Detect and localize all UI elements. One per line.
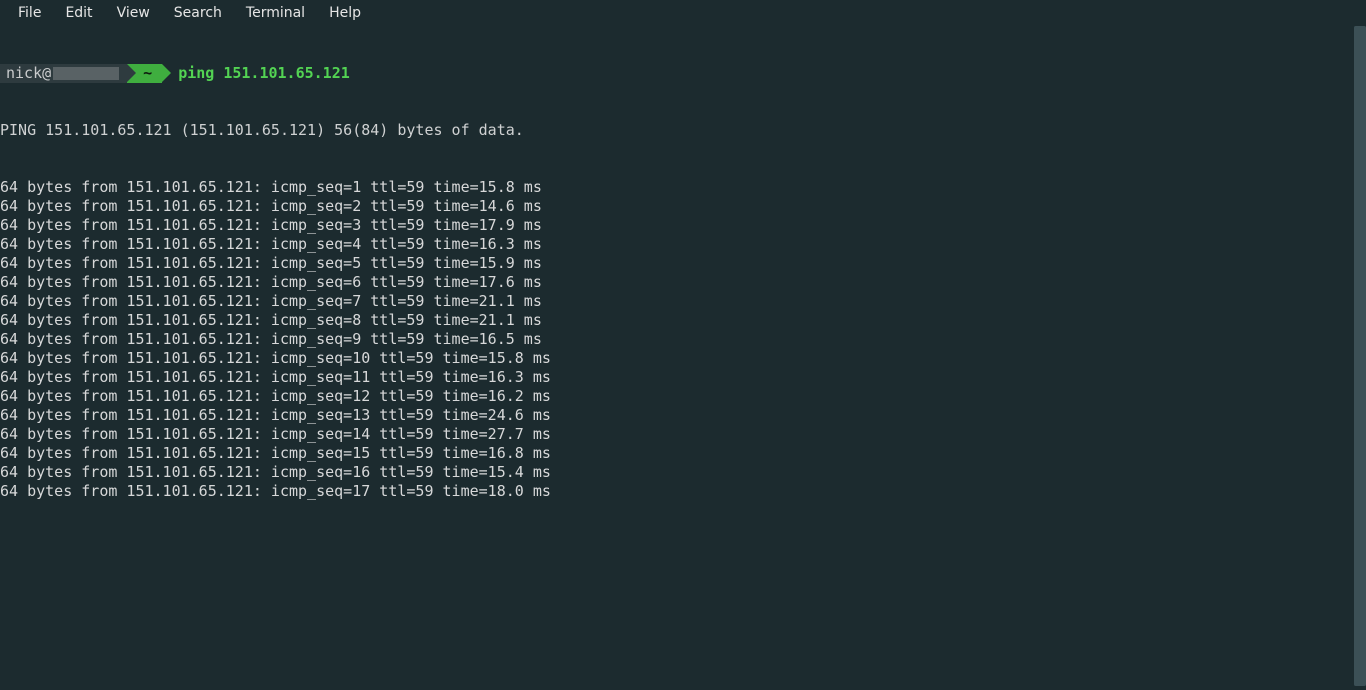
prompt-line: nick@~ping 151.101.65.121 xyxy=(0,64,1352,83)
menubar: FileEditViewSearchTerminalHelp xyxy=(0,0,1366,26)
terminal-content[interactable]: nick@~ping 151.101.65.121 PING 151.101.6… xyxy=(0,26,1352,539)
ping-reply-line: 64 bytes from 151.101.65.121: icmp_seq=1… xyxy=(0,463,1352,482)
ping-reply-line: 64 bytes from 151.101.65.121: icmp_seq=9… xyxy=(0,330,1352,349)
prompt-user-host: nick@ xyxy=(0,64,127,83)
ping-reply-line: 64 bytes from 151.101.65.121: icmp_seq=1… xyxy=(0,387,1352,406)
prompt-user: nick@ xyxy=(6,64,51,83)
ping-reply-line: 64 bytes from 151.101.65.121: icmp_seq=1… xyxy=(0,444,1352,463)
menu-search[interactable]: Search xyxy=(164,3,232,23)
ping-reply-line: 64 bytes from 151.101.65.121: icmp_seq=8… xyxy=(0,311,1352,330)
ping-reply-line: 64 bytes from 151.101.65.121: icmp_seq=1… xyxy=(0,425,1352,444)
scrollbar-thumb[interactable] xyxy=(1354,26,1366,686)
ping-header-line: PING 151.101.65.121 (151.101.65.121) 56(… xyxy=(0,121,1352,140)
terminal-area[interactable]: nick@~ping 151.101.65.121 PING 151.101.6… xyxy=(0,26,1366,690)
menu-terminal[interactable]: Terminal xyxy=(236,3,315,23)
ping-reply-line: 64 bytes from 151.101.65.121: icmp_seq=1… xyxy=(0,482,1352,501)
prompt-command: ping 151.101.65.121 xyxy=(162,64,350,83)
menu-help[interactable]: Help xyxy=(319,3,371,23)
ping-reply-line: 64 bytes from 151.101.65.121: icmp_seq=2… xyxy=(0,197,1352,216)
ping-reply-line: 64 bytes from 151.101.65.121: icmp_seq=4… xyxy=(0,235,1352,254)
ping-reply-line: 64 bytes from 151.101.65.121: icmp_seq=6… xyxy=(0,273,1352,292)
ping-reply-line: 64 bytes from 151.101.65.121: icmp_seq=7… xyxy=(0,292,1352,311)
ping-reply-line: 64 bytes from 151.101.65.121: icmp_seq=1… xyxy=(0,406,1352,425)
menu-edit[interactable]: Edit xyxy=(55,3,102,23)
ping-reply-line: 64 bytes from 151.101.65.121: icmp_seq=1… xyxy=(0,368,1352,387)
ping-reply-line: 64 bytes from 151.101.65.121: icmp_seq=1… xyxy=(0,178,1352,197)
ping-reply-line: 64 bytes from 151.101.65.121: icmp_seq=5… xyxy=(0,254,1352,273)
menu-view[interactable]: View xyxy=(107,3,160,23)
ping-reply-line: 64 bytes from 151.101.65.121: icmp_seq=1… xyxy=(0,349,1352,368)
menu-file[interactable]: File xyxy=(8,3,51,23)
hostname-redacted xyxy=(53,67,119,80)
ping-reply-line: 64 bytes from 151.101.65.121: icmp_seq=3… xyxy=(0,216,1352,235)
scrollbar-track[interactable] xyxy=(1354,26,1366,686)
ping-replies: 64 bytes from 151.101.65.121: icmp_seq=1… xyxy=(0,178,1352,501)
